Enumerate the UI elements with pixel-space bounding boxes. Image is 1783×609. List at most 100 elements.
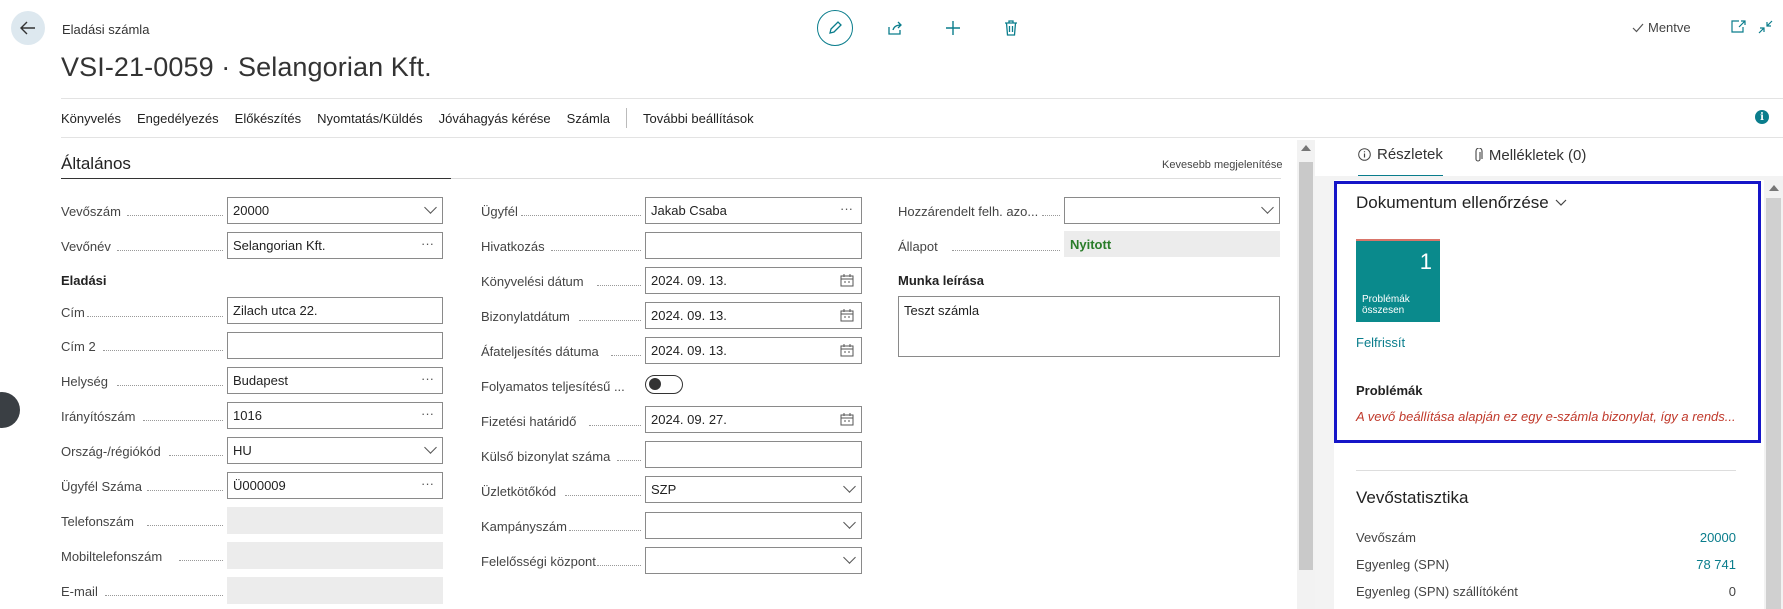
- stat-value: 0: [1728, 584, 1736, 599]
- country-field[interactable]: HU: [227, 437, 443, 464]
- chevron-down-icon[interactable]: [843, 516, 856, 529]
- zip-field[interactable]: 1016 ···: [227, 402, 443, 429]
- work-desc-field[interactable]: Teszt számla: [898, 296, 1280, 357]
- stat-row: Vevőszám 20000: [1356, 530, 1736, 545]
- collapse-icon: [1758, 20, 1773, 34]
- stat-value[interactable]: 20000: [1700, 530, 1736, 545]
- action-invoice[interactable]: Számla: [567, 111, 610, 126]
- top-actions: [817, 10, 1027, 46]
- section-divider-light: [451, 178, 1281, 179]
- chevron-down-icon[interactable]: [843, 551, 856, 564]
- dot-leader: [589, 425, 641, 426]
- scroll-up-arrow[interactable]: [1301, 145, 1311, 151]
- problem-message[interactable]: A vevő beállítása alapján ez egy e-száml…: [1356, 409, 1736, 424]
- doc-date-label: Bizonylatdátum: [481, 309, 570, 324]
- contact-field[interactable]: Jakab Csaba ···: [645, 197, 862, 224]
- chevron-down-icon[interactable]: [1261, 201, 1274, 214]
- chevron-down-icon[interactable]: [424, 201, 437, 214]
- factbox-scrollbar[interactable]: [1764, 180, 1783, 609]
- doc-date-field[interactable]: 2024. 09. 13.: [645, 302, 862, 329]
- calendar-icon[interactable]: [840, 344, 854, 360]
- dot-leader: [179, 560, 223, 561]
- calendar-icon[interactable]: [840, 274, 854, 290]
- problems-tile[interactable]: 1 Problémák összesen: [1356, 239, 1440, 322]
- dot-leader: [521, 215, 641, 216]
- show-less-link[interactable]: Kevesebb megjelenítése: [1162, 159, 1282, 171]
- action-posting[interactable]: Könyvelés: [61, 111, 121, 126]
- stat-label: Egyenleg (SPN): [1356, 557, 1450, 572]
- back-button[interactable]: [11, 11, 45, 45]
- tab-attachments[interactable]: Mellékletek (0): [1473, 146, 1586, 177]
- customer-no-label: Vevőszám: [61, 204, 121, 219]
- dot-leader: [611, 355, 641, 356]
- assigned-user-field[interactable]: [1064, 197, 1280, 224]
- edit-button[interactable]: [817, 10, 853, 46]
- city-field[interactable]: Budapest ···: [227, 367, 443, 394]
- salesperson-field[interactable]: SZP: [645, 476, 862, 503]
- ellipsis-icon[interactable]: ···: [421, 406, 434, 421]
- main-scrollbar[interactable]: [1297, 140, 1315, 609]
- problems-count: 1: [1419, 249, 1432, 274]
- ext-doc-field[interactable]: [645, 441, 862, 468]
- address-label: Cím: [61, 305, 85, 320]
- dot-leader: [103, 350, 223, 351]
- saved-label: Mentve: [1648, 20, 1691, 35]
- info-icon[interactable]: i: [1755, 110, 1769, 124]
- action-approval[interactable]: Engedélyezés: [137, 111, 219, 126]
- customer-name-value: Selangorian Kft.: [233, 238, 326, 253]
- open-new-window-button[interactable]: [1731, 20, 1746, 38]
- tab-details[interactable]: Részletek: [1358, 146, 1443, 177]
- vat-date-field[interactable]: 2024. 09. 13.: [645, 337, 862, 364]
- share-button[interactable]: [879, 10, 911, 46]
- resp-center-label: Felelősségi központ: [481, 554, 596, 569]
- scroll-up-arrow[interactable]: [1769, 185, 1779, 191]
- ellipsis-icon[interactable]: ···: [421, 371, 434, 386]
- customer-no-field[interactable]: 20000: [227, 197, 443, 224]
- campaign-field[interactable]: [645, 512, 862, 539]
- action-print-send[interactable]: Nyomtatás/Küldés: [317, 111, 423, 126]
- resp-center-field[interactable]: [645, 547, 862, 574]
- continuous-toggle[interactable]: [645, 375, 683, 394]
- stat-label: Vevőszám: [1356, 530, 1416, 545]
- info-circle-icon: [1358, 148, 1371, 161]
- address2-field[interactable]: [227, 332, 443, 359]
- scrollbar-thumb[interactable]: [1299, 162, 1313, 570]
- refresh-link[interactable]: Felfrissít: [1356, 335, 1405, 350]
- reference-field[interactable]: [645, 232, 862, 259]
- customer-name-field[interactable]: Selangorian Kft. ···: [227, 232, 443, 259]
- calendar-icon[interactable]: [840, 309, 854, 325]
- city-label: Helység: [61, 374, 108, 389]
- action-request-approval[interactable]: Jóváhagyás kérése: [439, 111, 551, 126]
- contact-label: Ügyfél: [481, 204, 518, 219]
- ellipsis-icon[interactable]: ···: [840, 201, 853, 216]
- calendar-icon[interactable]: [840, 413, 854, 429]
- action-prepare[interactable]: Előkészítés: [235, 111, 301, 126]
- customer-stats-title[interactable]: Vevőstatisztika: [1356, 488, 1468, 508]
- address-field[interactable]: Zilach utca 22.: [227, 297, 443, 324]
- doc-check-header[interactable]: Dokumentum ellenőrzése: [1356, 193, 1567, 213]
- toggle-knob: [649, 378, 661, 390]
- delete-button[interactable]: [995, 10, 1027, 46]
- ellipsis-icon[interactable]: ···: [421, 236, 434, 251]
- chevron-down-icon[interactable]: [843, 480, 856, 493]
- side-bubble[interactable]: [0, 392, 20, 428]
- vat-date-label: Áfateljesítés dátuma: [481, 344, 599, 359]
- tab-details-label: Részletek: [1377, 146, 1443, 163]
- collapse-button[interactable]: [1758, 20, 1773, 39]
- paperclip-icon: [1475, 148, 1483, 162]
- due-date-field[interactable]: 2024. 09. 27.: [645, 406, 862, 433]
- stat-value[interactable]: 78 741: [1696, 557, 1736, 572]
- cust-num-field[interactable]: Ü000009 ···: [227, 472, 443, 499]
- cust-num-label: Ügyfél Száma: [61, 479, 142, 494]
- reference-label: Hivatkozás: [481, 239, 545, 254]
- action-more-options[interactable]: További beállítások: [643, 111, 754, 126]
- ellipsis-icon[interactable]: ···: [421, 476, 434, 491]
- continuous-label: Folyamatos teljesítésű ...: [481, 379, 625, 394]
- chevron-down-icon[interactable]: [424, 441, 437, 454]
- scrollbar-thumb[interactable]: [1766, 198, 1781, 609]
- plus-icon: [946, 21, 960, 35]
- section-title-general[interactable]: Általános: [61, 154, 131, 174]
- posting-date-field[interactable]: 2024. 09. 13.: [645, 267, 862, 294]
- open-window-icon: [1731, 20, 1746, 33]
- new-button[interactable]: [937, 10, 969, 46]
